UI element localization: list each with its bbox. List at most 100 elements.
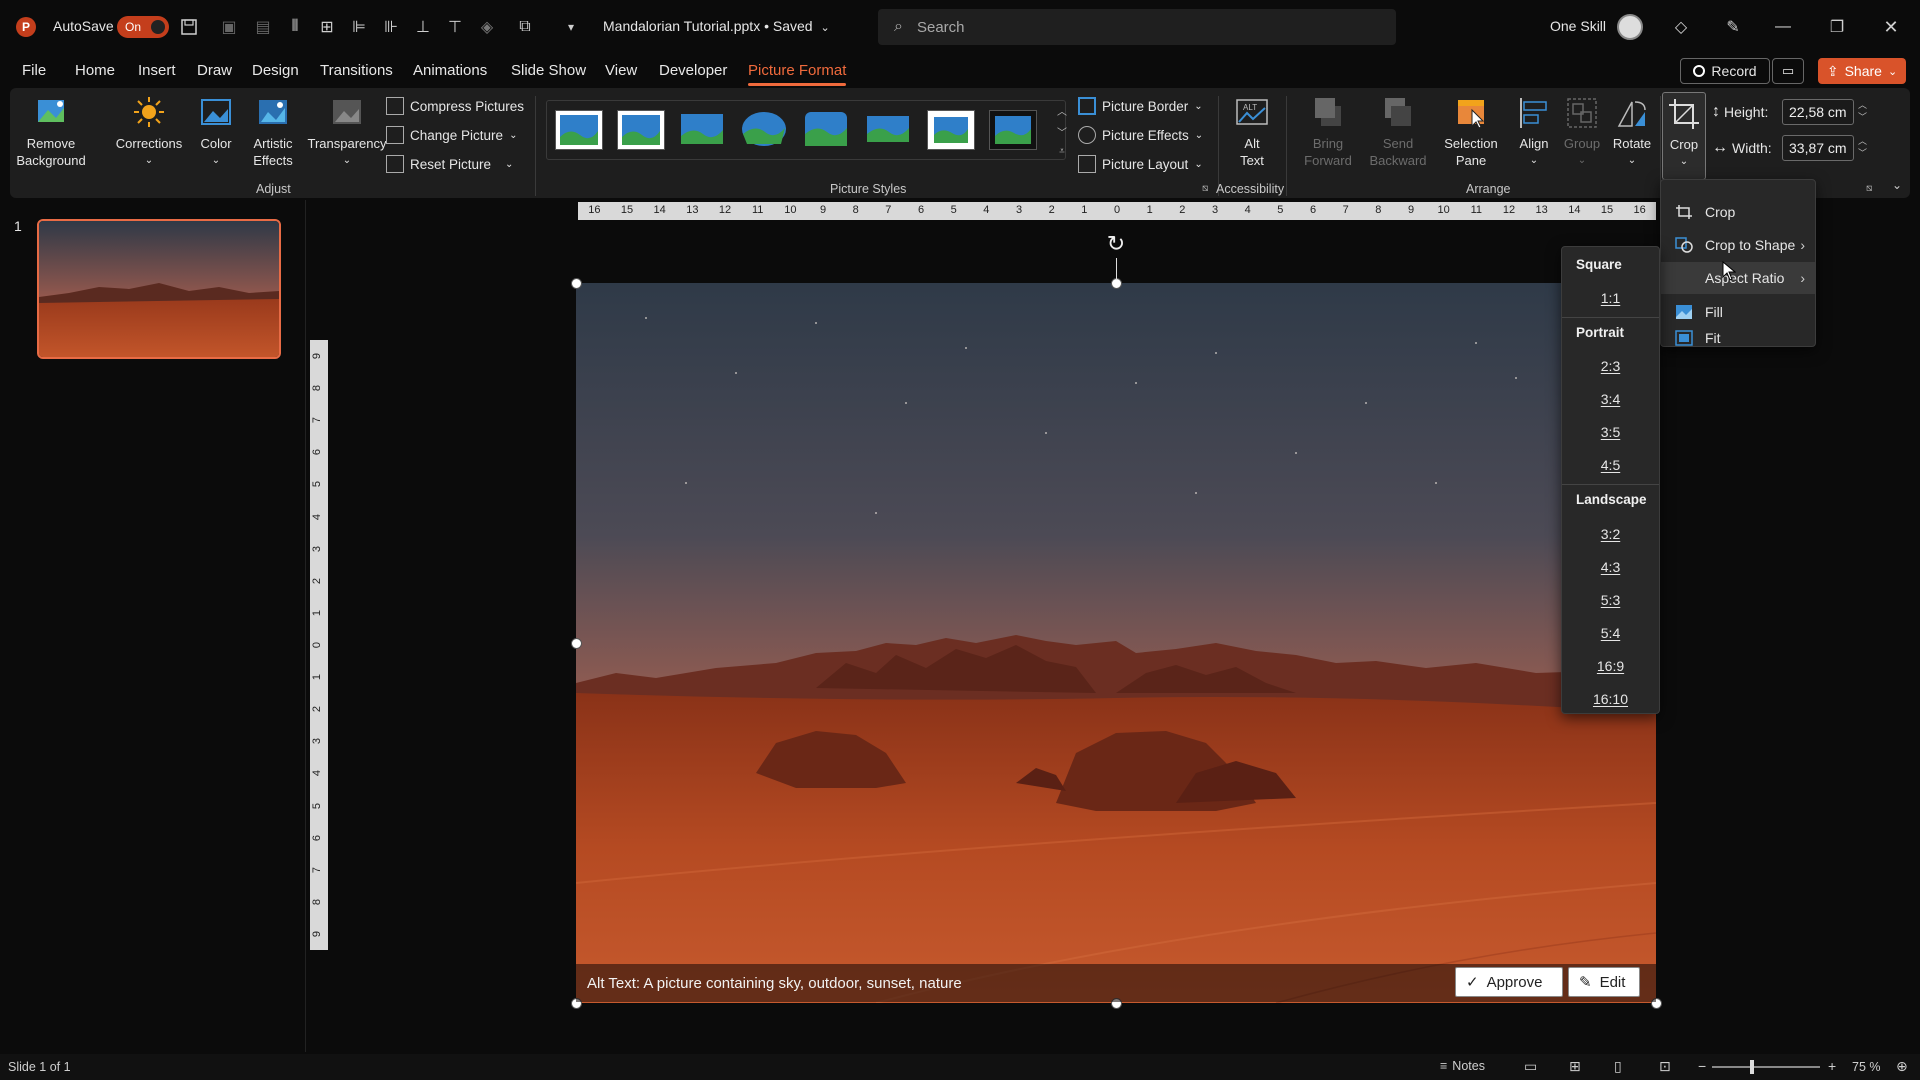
selection-pane-button[interactable]: Selection Pane xyxy=(1440,94,1502,169)
alt-text-button[interactable]: ALT Alt Text xyxy=(1230,94,1274,169)
close-icon[interactable]: ✕ xyxy=(1880,16,1902,38)
picture-style-6[interactable] xyxy=(865,110,913,150)
zoom-out-icon[interactable]: − xyxy=(1698,1058,1706,1074)
resize-handle-w[interactable] xyxy=(571,638,582,649)
normal-view-icon[interactable]: ▭ xyxy=(1524,1058,1537,1075)
ratio-5-3[interactable]: 5:3 xyxy=(1562,592,1659,608)
crop-button[interactable]: Crop ⌄ xyxy=(1662,92,1706,180)
picture-style-4[interactable] xyxy=(741,110,789,150)
menu-item-crop-to-shape[interactable]: Crop to Shape › xyxy=(1661,229,1815,261)
picture-style-7[interactable] xyxy=(927,110,975,150)
transparency-button[interactable]: Transparency ⌄ xyxy=(308,94,387,169)
approve-button[interactable]: ✓ Approve xyxy=(1455,967,1563,997)
dialog-launcher-icon[interactable]: ⧅ xyxy=(1202,183,1208,194)
slide-thumbnail[interactable] xyxy=(37,219,281,359)
ratio-16-10[interactable]: 16:10 xyxy=(1562,691,1659,707)
send-backward-qat-icon[interactable]: ▤ xyxy=(252,16,274,38)
ratio-5-4[interactable]: 5:4 xyxy=(1562,625,1659,641)
send-backward-button[interactable]: Send Backward xyxy=(1366,94,1430,169)
record-button[interactable]: Record xyxy=(1680,58,1770,84)
align-left-qat-icon[interactable]: ⊫ xyxy=(348,16,370,38)
minimize-icon[interactable]: — xyxy=(1772,16,1794,38)
size-dialog-launcher-icon[interactable]: ⧅ xyxy=(1866,183,1872,194)
customize-qat-icon[interactable]: ▾ xyxy=(560,16,582,38)
picture-style-1[interactable] xyxy=(555,110,603,150)
notes-button[interactable]: ≡ Notes xyxy=(1440,1059,1485,1073)
height-stepper[interactable]: ︿ ﹀ xyxy=(1858,99,1867,123)
avatar[interactable] xyxy=(1617,14,1643,40)
ratio-16-9[interactable]: 16:9 xyxy=(1562,658,1659,674)
shape-fill-qat-icon[interactable]: ◈ xyxy=(476,16,498,38)
pen-icon[interactable]: ✎ xyxy=(1722,16,1744,38)
tab-draw[interactable]: Draw xyxy=(197,62,232,79)
align-middle-qat-icon[interactable]: ⊞ xyxy=(316,16,338,38)
save-icon[interactable] xyxy=(178,16,200,38)
tab-transitions[interactable]: Transitions xyxy=(320,62,393,79)
bring-forward-qat-icon[interactable]: ▣ xyxy=(218,16,240,38)
zoom-in-icon[interactable]: + xyxy=(1828,1058,1836,1074)
picture-effects-button[interactable]: Picture Effects ⌄ xyxy=(1078,126,1203,144)
ratio-3-2[interactable]: 3:2 xyxy=(1562,526,1659,542)
menu-item-aspect-ratio[interactable]: Aspect Ratio › xyxy=(1661,262,1815,294)
rotate-handle-icon[interactable]: ↻ xyxy=(1104,232,1128,256)
tab-picture-format[interactable]: Picture Format xyxy=(748,62,847,86)
tab-view[interactable]: View xyxy=(605,62,637,79)
collapse-ribbon-icon[interactable]: ⌄ xyxy=(1892,178,1902,192)
height-input[interactable]: 22,58 cm xyxy=(1782,99,1854,125)
search-box[interactable]: ⌕ Search xyxy=(878,9,1396,45)
ratio-3-4[interactable]: 3:4 xyxy=(1562,391,1659,407)
tab-file[interactable]: File xyxy=(22,62,46,79)
width-input[interactable]: 33,87 cm xyxy=(1782,135,1854,161)
ratio-4-5[interactable]: 4:5 xyxy=(1562,457,1659,473)
menu-item-fit[interactable]: Fit xyxy=(1661,329,1815,347)
tab-animations[interactable]: Animations xyxy=(413,62,487,79)
reset-picture-button[interactable]: Reset Picture ⌄ xyxy=(386,155,513,173)
menu-item-crop[interactable]: Crop xyxy=(1661,196,1815,228)
zoom-slider[interactable] xyxy=(1712,1060,1820,1074)
resize-handle-nw[interactable] xyxy=(571,278,582,289)
tab-design[interactable]: Design xyxy=(252,62,299,79)
fit-to-window-icon[interactable]: ⊕ xyxy=(1896,1058,1908,1075)
ratio-2-3[interactable]: 2:3 xyxy=(1562,358,1659,374)
width-stepper[interactable]: ︿ ﹀ xyxy=(1858,135,1867,159)
diamond-premium-icon[interactable]: ◇ xyxy=(1670,16,1692,38)
tab-insert[interactable]: Insert xyxy=(138,62,176,79)
ratio-3-5[interactable]: 3:5 xyxy=(1562,424,1659,440)
picture-style-5[interactable] xyxy=(803,110,851,150)
zoom-slider-thumb[interactable] xyxy=(1750,1060,1754,1074)
slideshow-view-icon[interactable]: ⊡ xyxy=(1659,1058,1671,1075)
tab-developer[interactable]: Developer xyxy=(659,62,727,79)
comments-button[interactable]: ▭ xyxy=(1772,58,1804,84)
picture-border-button[interactable]: Picture Border ⌄ xyxy=(1078,97,1203,115)
present-qat-icon[interactable]: ⧉ xyxy=(514,16,536,38)
autosave-toggle[interactable]: On xyxy=(117,16,169,38)
zoom-level[interactable]: 75 % xyxy=(1852,1060,1881,1074)
picture-layout-button[interactable]: Picture Layout ⌄ xyxy=(1078,155,1203,173)
corrections-button[interactable]: Corrections ⌄ xyxy=(114,94,184,169)
bring-forward-button[interactable]: Bring Forward xyxy=(1300,94,1356,169)
edit-button[interactable]: ✎ Edit xyxy=(1568,967,1640,997)
align-top-qat-icon[interactable]: ⊤ xyxy=(444,16,466,38)
align-right-qat-icon[interactable]: ⊪ xyxy=(380,16,402,38)
color-button[interactable]: Color ⌄ xyxy=(192,94,240,169)
picture-style-2[interactable] xyxy=(617,110,665,150)
slide-sorter-icon[interactable]: ⊞ xyxy=(1569,1058,1581,1075)
compress-pictures-button[interactable]: Compress Pictures xyxy=(386,97,524,115)
selected-picture[interactable] xyxy=(576,283,1656,1003)
share-button[interactable]: ⇪ Share ⌄ xyxy=(1818,58,1906,84)
menu-item-fill[interactable]: Fill xyxy=(1661,296,1815,328)
align-center-qat-icon[interactable]: ⫴ xyxy=(284,16,306,38)
rotate-button[interactable]: Rotate ⌄ xyxy=(1608,94,1656,169)
restore-icon[interactable]: ❐ xyxy=(1826,16,1848,38)
group-button[interactable]: Group ⌄ xyxy=(1560,94,1604,169)
tab-slide-show[interactable]: Slide Show xyxy=(511,62,586,79)
ratio-1-1[interactable]: 1:1 xyxy=(1562,290,1659,306)
ratio-4-3[interactable]: 4:3 xyxy=(1562,559,1659,575)
gallery-scroll[interactable]: ︿ ﹀ ⩡ xyxy=(1054,100,1070,160)
tab-home[interactable]: Home xyxy=(75,62,115,79)
artistic-effects-button[interactable]: Artistic Effects xyxy=(244,94,302,169)
change-picture-button[interactable]: Change Picture ⌄ xyxy=(386,126,517,144)
picture-style-3[interactable] xyxy=(679,110,727,150)
align-bottom-qat-icon[interactable]: ⊥ xyxy=(412,16,434,38)
remove-background-button[interactable]: Remove Background xyxy=(16,94,86,169)
